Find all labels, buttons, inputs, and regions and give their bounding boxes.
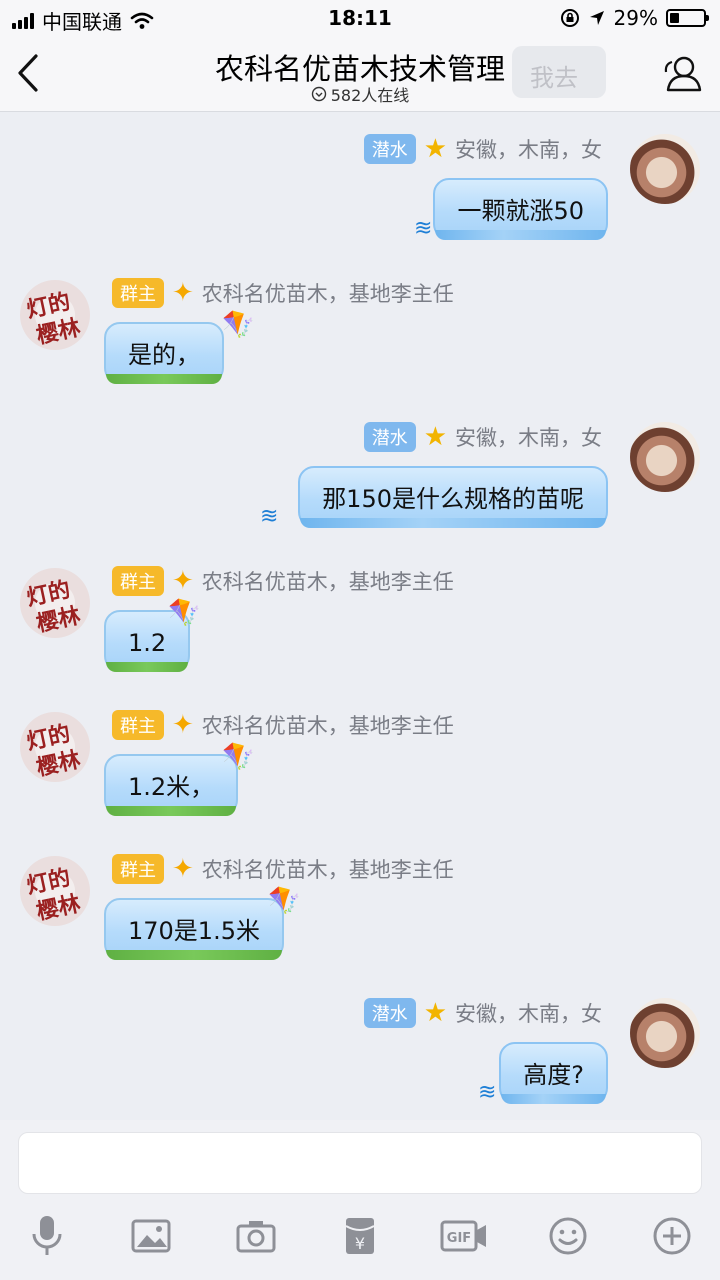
gem-icon: ✦ — [172, 854, 194, 884]
online-count-label: 582人在线 — [330, 86, 410, 105]
sender-meta: 群主 ✦ 农科名优苗木，基地李主任 — [112, 566, 454, 596]
rank-badge: 潜水 — [363, 422, 416, 452]
kite-icon: 🪁 — [268, 886, 301, 916]
chat-area[interactable]: 潜水 ★ 安徽，木南，女 一颗就涨50 ≋ 灯的 樱林 群主 ✦ 农科名优苗木，基… — [0, 112, 720, 1120]
rank-badge: 群主 — [112, 710, 164, 740]
nav-bar: 我去 农科名优苗木技术管理 582人在线 — [0, 36, 720, 112]
message-text: 那150是什么规格的苗呢 — [322, 485, 584, 513]
message-bubble[interactable]: 高度? — [499, 1042, 608, 1104]
avatar[interactable] — [630, 134, 700, 204]
emoji-icon[interactable] — [538, 1206, 598, 1266]
status-bar: 中国联通 18:11 29% — [0, 0, 720, 36]
group-members-icon[interactable] — [660, 52, 704, 96]
rank-badge: 群主 — [112, 566, 164, 596]
message-text: 1.2 — [128, 629, 167, 657]
rank-badge: 群主 — [112, 854, 164, 884]
rotation-lock-icon — [560, 9, 579, 27]
red-packet-icon[interactable]: ¥ — [330, 1206, 390, 1266]
location-icon — [589, 11, 604, 25]
sender-meta: 群主 ✦ 农科名优苗木，基地李主任 — [112, 710, 454, 740]
sender-meta: 潜水 ★ 安徽，木南，女 — [363, 422, 602, 452]
gif-label: GIF — [447, 1231, 471, 1246]
sender-info: 安徽，木南，女 — [455, 138, 602, 162]
message-bubble[interactable]: 1.2米， — [104, 754, 239, 816]
sender-info: 农科名优苗木，基地李主任 — [201, 714, 454, 738]
gem-icon: ✦ — [172, 278, 194, 308]
message-input[interactable] — [18, 1132, 702, 1194]
message-bubble[interactable]: 那150是什么规格的苗呢 — [298, 466, 608, 528]
sender-info: 安徽，木南，女 — [455, 1002, 602, 1026]
mic-icon[interactable] — [17, 1206, 77, 1266]
sender-meta: 潜水 ★ 安徽，木南，女 — [363, 998, 602, 1028]
yuan-label: ¥ — [355, 1234, 365, 1253]
gif-icon[interactable]: GIF — [434, 1206, 494, 1266]
chevron-circle-icon — [311, 86, 326, 102]
avatar[interactable] — [630, 422, 700, 492]
battery-percent: 29% — [613, 6, 658, 30]
rank-badge: 群主 — [112, 278, 164, 308]
input-area: ¥ GIF — [0, 1120, 720, 1280]
sender-meta: 群主 ✦ 农科名优苗木，基地李主任 — [112, 278, 454, 308]
sender-info: 农科名优苗木，基地李主任 — [201, 282, 454, 306]
star-icon: ★ — [423, 134, 447, 164]
gem-icon: ✦ — [172, 566, 194, 596]
message-text: 1.2米， — [128, 773, 215, 801]
avatar[interactable]: 灯的 樱林 — [20, 568, 90, 638]
sender-info: 安徽，木南，女 — [455, 426, 602, 450]
wave-icon: ≋ — [260, 504, 279, 529]
wave-icon: ≋ — [478, 1080, 497, 1105]
wave-icon: ≋ — [414, 216, 433, 241]
message-bubble[interactable]: 是的， — [104, 322, 224, 384]
sender-info: 农科名优苗木，基地李主任 — [201, 858, 454, 882]
avatar[interactable]: 灯的 樱林 — [20, 856, 90, 926]
message-text: 170是1.5米 — [128, 917, 260, 945]
battery-fill — [670, 13, 679, 23]
rank-badge: 潜水 — [363, 134, 416, 164]
plus-icon[interactable] — [642, 1206, 702, 1266]
sender-meta: 群主 ✦ 农科名优苗木，基地李主任 — [112, 854, 454, 884]
message-text: 是的， — [128, 341, 200, 369]
gem-icon: ✦ — [172, 710, 194, 740]
input-toolbar: ¥ GIF — [0, 1206, 720, 1266]
star-icon: ★ — [423, 998, 447, 1028]
kite-icon: 🪁 — [168, 598, 201, 628]
avatar[interactable]: 灯的 樱林 — [20, 712, 90, 782]
avatar[interactable] — [630, 998, 700, 1068]
message-bubble[interactable]: 一颗就涨50 — [433, 178, 608, 240]
avatar[interactable]: 灯的 樱林 — [20, 280, 90, 350]
message-text: 高度? — [523, 1061, 584, 1089]
kite-icon: 🪁 — [222, 742, 255, 772]
online-count: 582人在线 — [0, 82, 720, 106]
sender-info: 农科名优苗木，基地李主任 — [201, 570, 454, 594]
status-right: 29% — [560, 6, 709, 30]
camera-icon[interactable] — [226, 1206, 286, 1266]
message-bubble[interactable]: 170是1.5米 — [104, 898, 284, 960]
rank-badge: 潜水 — [363, 998, 416, 1028]
star-icon: ★ — [423, 422, 447, 452]
battery-icon — [666, 9, 709, 27]
kite-icon: 🪁 — [222, 310, 255, 340]
message-text: 一颗就涨50 — [457, 197, 584, 225]
sender-meta: 潜水 ★ 安徽，木南，女 — [363, 134, 602, 164]
image-icon[interactable] — [121, 1206, 181, 1266]
